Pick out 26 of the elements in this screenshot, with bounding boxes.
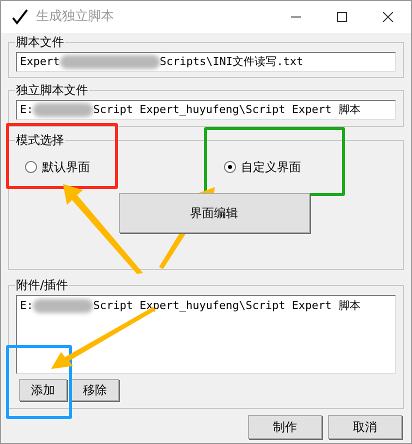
window-title: 生成独立脚本	[36, 8, 114, 26]
list-item-text: E:	[20, 298, 34, 314]
group-label: 脚本文件	[15, 34, 65, 50]
list-item-text: Script Expert_huyufeng\Script Expert 脚本	[93, 298, 360, 314]
redaction-blur	[33, 299, 94, 314]
path-text: Script Expert_huyufeng\Script Expert 脚本	[93, 102, 360, 118]
dialog-button[interactable]: 界面编辑	[118, 193, 310, 233]
redaction-blur	[33, 103, 94, 117]
path-text: E:	[20, 102, 34, 118]
radio-option[interactable]: 自定义界面	[224, 158, 301, 176]
group-label: 附件/插件	[15, 277, 70, 293]
radio-option[interactable]: 默认界面	[25, 158, 224, 176]
dialog-button[interactable]: 添加	[19, 379, 67, 401]
dialog-button[interactable]: 制作	[248, 415, 322, 439]
path-field[interactable]: E: Script Expert_huyufeng\Script Expert 脚本	[16, 100, 396, 120]
path-text: Expert	[20, 54, 60, 70]
group-label: 模式选择	[15, 132, 65, 148]
group-label: 独立脚本文件	[15, 82, 89, 98]
dialog-button[interactable]: 取消	[328, 415, 402, 439]
attachment-list[interactable]: E: Script Expert_huyufeng\Script Expert 脚本	[16, 295, 396, 374]
path-field[interactable]: Expert Scripts\INI文件读写.txt	[16, 52, 396, 72]
close-icon[interactable]	[383, 12, 393, 22]
checkmark-icon	[12, 9, 28, 25]
maximize-icon[interactable]	[337, 12, 347, 22]
dialog-button[interactable]: 移除	[71, 379, 119, 401]
path-text: Scripts\INI文件读写.txt	[160, 54, 304, 70]
